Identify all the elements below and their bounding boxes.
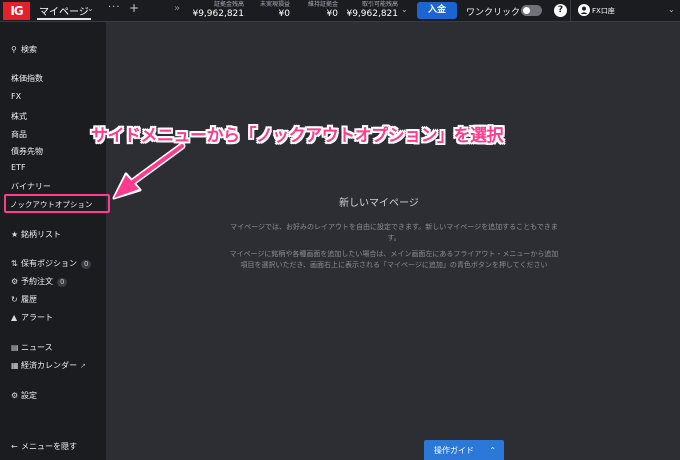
orders-count-badge: 0 xyxy=(57,278,68,287)
sidebar-item-indices[interactable]: 株価指数 xyxy=(11,73,43,84)
search-icon: ⚲ xyxy=(11,45,17,54)
sidebar-item-label: 銘柄リスト xyxy=(21,230,61,239)
stat-value: ¥9,962,821 xyxy=(346,9,398,19)
sidebar-item-label: アラート xyxy=(21,313,53,322)
oneclick-label: ワンクリック xyxy=(466,8,521,18)
stat-label: 証拠金残高 xyxy=(213,1,244,8)
sidebar-item-label: 予約注文 xyxy=(21,277,53,286)
stat-maintenance-margin: 維持証拠金 ¥0 xyxy=(294,1,338,20)
stat-margin-balance: 証拠金残高 ¥9,962,821 xyxy=(188,1,244,20)
sidebar-hide-menu[interactable]: ← メニューを隠す xyxy=(11,441,77,452)
arrow-left-icon: ← xyxy=(11,442,18,451)
sidebar-item-watchlist[interactable]: ★ 銘柄リスト xyxy=(11,229,61,240)
sidebar-item-label: メニューを隠す xyxy=(21,442,77,451)
sidebar-item-label: 経済カレンダー xyxy=(21,361,77,370)
sidebar-item-history[interactable]: ↻ 履歴 xyxy=(11,294,37,305)
account-menu[interactable]: FX口座 ⌄ xyxy=(570,0,680,22)
toggle-knob xyxy=(523,7,530,14)
sidebar-item-alerts[interactable]: ▲ アラート xyxy=(11,312,53,323)
ig-logo: IG xyxy=(3,2,30,20)
sidebar-item-bond-futures[interactable]: 債券先物 xyxy=(11,146,43,157)
sidebar: ⚲ 検索 株価指数 FX 株式 商品 債券先物 ETF バイナリー ノックアウトオ… xyxy=(0,22,110,460)
sidebar-item-etf[interactable]: ETF xyxy=(11,163,26,172)
scroll-tabs-icon[interactable]: » xyxy=(174,3,180,14)
chevron-down-icon[interactable]: ⌄ xyxy=(87,4,94,13)
stats-chevron-down-icon[interactable]: ⌄ xyxy=(401,5,408,14)
top-bar: IG マイページ ⌄ ··· + » 証拠金残高 ¥9,962,821 未実現損… xyxy=(0,0,680,22)
stat-value: ¥0 xyxy=(278,9,290,19)
oneclick-toggle[interactable] xyxy=(521,5,542,16)
gear-icon: ⚙ xyxy=(11,391,19,400)
sidebar-item-label: 履歴 xyxy=(21,295,37,304)
positions-icon: ⇅ xyxy=(11,259,18,268)
add-tab-button[interactable]: + xyxy=(129,1,139,15)
page-title: 新しいマイページ xyxy=(339,198,419,209)
stat-unrealized-pl: 未実現損益 ¥0 xyxy=(246,1,290,20)
tab-mypage[interactable]: マイページ xyxy=(37,0,91,20)
sidebar-item-news[interactable]: ▤ ニュース xyxy=(11,342,53,353)
sidebar-item-search[interactable]: ⚲ 検索 xyxy=(11,44,37,55)
page-instructions: マイページに銘柄や各種画面を追加したい場合は、メイン画面左にあるフライアウト・メ… xyxy=(229,250,559,269)
more-tabs-icon[interactable]: ··· xyxy=(108,2,121,13)
guide-label: 操作ガイド xyxy=(434,446,474,455)
sidebar-item-positions[interactable]: ⇅ 保有ポジション 0 xyxy=(11,258,92,269)
external-link-icon: ↗ xyxy=(80,362,86,370)
sidebar-item-shares[interactable]: 株式 xyxy=(11,111,27,122)
star-icon: ★ xyxy=(11,230,19,239)
account-name: FX口座 xyxy=(592,7,615,15)
sidebar-item-label: 検索 xyxy=(21,45,37,54)
history-icon: ↻ xyxy=(11,295,18,304)
stat-label: 取引可能残高 xyxy=(361,1,398,8)
positions-count-badge: 0 xyxy=(81,260,92,269)
stat-value: ¥0 xyxy=(326,9,338,19)
news-icon: ▤ xyxy=(11,343,19,352)
sidebar-item-label: 設定 xyxy=(21,391,37,400)
user-icon xyxy=(578,4,590,16)
calendar-icon: ▦ xyxy=(11,361,19,370)
page-description: マイページでは、お好みのレイアウトを自由に設定できます。新しいマイページを追加す… xyxy=(230,223,558,242)
sidebar-item-fx[interactable]: FX xyxy=(11,92,21,101)
deposit-button[interactable]: 入金 xyxy=(417,2,457,19)
orders-icon: ⚙ xyxy=(11,277,19,286)
stat-label: 維持証拠金 xyxy=(307,1,338,8)
sidebar-item-binary[interactable]: バイナリー xyxy=(11,181,51,192)
sidebar-item-orders[interactable]: ⚙ 予約注文 0 xyxy=(11,276,68,287)
stat-label: 未実現損益 xyxy=(259,1,290,8)
annotation-arrow-icon xyxy=(112,142,186,200)
stat-value: ¥9,962,821 xyxy=(192,9,244,19)
sidebar-item-commodities[interactable]: 商品 xyxy=(11,129,27,140)
sidebar-item-label: ニュース xyxy=(21,343,53,352)
operation-guide-button[interactable]: 操作ガイド ⌃ xyxy=(424,440,504,460)
knockout-highlight-box xyxy=(4,194,110,213)
chevron-up-icon: ⌃ xyxy=(489,446,496,455)
alert-icon: ▲ xyxy=(11,313,18,322)
stat-available-balance: 取引可能残高 ¥9,962,821 xyxy=(342,1,398,20)
sidebar-item-settings[interactable]: ⚙ 設定 xyxy=(11,390,37,401)
sidebar-item-calendar[interactable]: ▦ 経済カレンダー ↗ xyxy=(11,360,86,371)
chevron-down-icon: ⌄ xyxy=(668,5,675,14)
sidebar-item-label: 保有ポジション xyxy=(21,259,77,268)
help-icon[interactable]: ? xyxy=(554,4,567,17)
